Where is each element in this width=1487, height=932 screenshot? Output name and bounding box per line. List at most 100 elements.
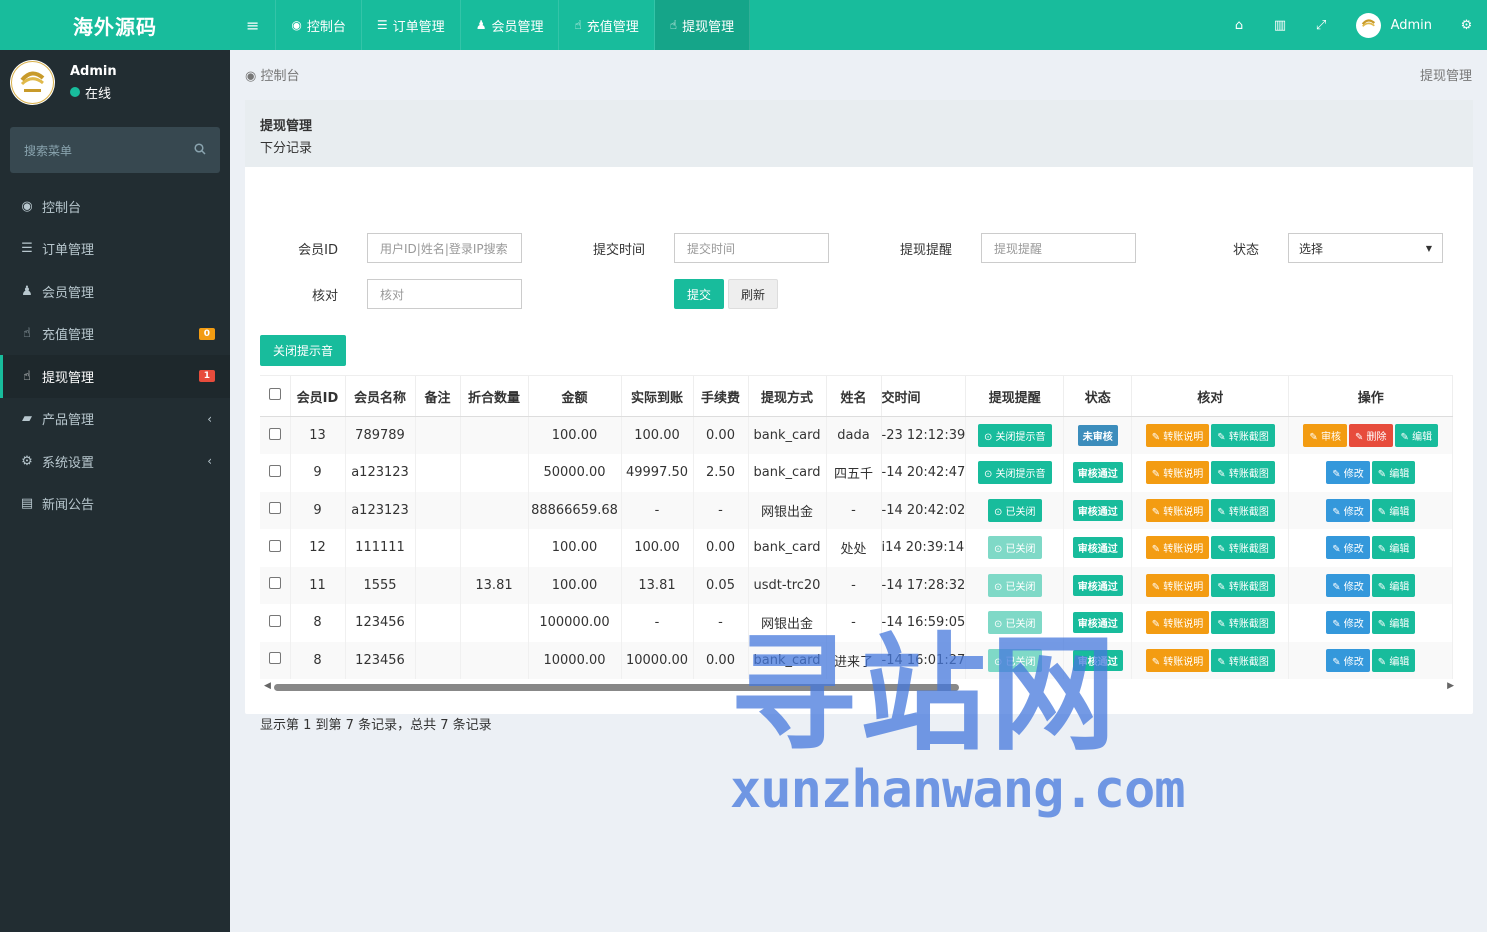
cell-amount: 50000.00 [528,454,622,492]
transfer-note-button[interactable]: ✎ 转账说明 [1145,424,1210,447]
sidebar-item-recharge[interactable]: ☝ 充值管理 0 [0,313,230,356]
breadcrumb-home[interactable]: ◉ 控制台 [245,65,300,84]
refresh-button[interactable]: 刷新 [728,279,778,309]
member-id-input[interactable]: 用户ID|姓名|登录IP搜索 [367,233,522,263]
brand-logo[interactable]: 海外源码 [0,0,230,50]
tab-withdraw[interactable]: ☝ 提现管理 [654,0,751,50]
col-header[interactable]: 核对 [1131,375,1290,417]
col-header[interactable]: 实际到账 [621,375,694,417]
transfer-note-button[interactable]: ✎ 转账说明 [1145,611,1210,635]
transfer-note-button[interactable]: ✎ 转账说明 [1145,648,1210,672]
sidebar-item-settings[interactable]: ⚙ 系统设置 ‹ [0,440,230,483]
tab-dashboard[interactable]: ◉ 控制台 [276,0,362,50]
scroll-thumb[interactable] [274,684,959,691]
modify-button[interactable]: ✎ 修改 [1326,573,1370,597]
cell-check: ✎ 转账说明 ✎ 转账截图 [1131,529,1290,567]
transfer-screenshot-button[interactable]: ✎ 转账截图 [1211,424,1275,447]
fullscreen-icon[interactable]: ⤢ [1301,18,1342,33]
modify-button[interactable]: ✎ 修改 [1326,498,1370,522]
col-header[interactable]: 状态 [1063,375,1133,417]
col-header[interactable]: 会员名称 [345,375,416,417]
table-horizontal-scrollbar[interactable]: ◀ ▶ [260,681,1458,692]
row-checkbox[interactable] [260,604,291,642]
transfer-screenshot-button[interactable]: ✎ 转账截图 [1211,611,1275,635]
modify-button[interactable]: ✎ 修改 [1326,536,1370,560]
edit-button[interactable]: ✎ 编辑 [1371,461,1416,485]
col-header[interactable]: 操作 [1288,375,1454,417]
remind-toggle-button[interactable]: ⊙ 已关闭 [987,611,1042,635]
sidebar-item-dashboard[interactable]: ◉ 控制台 [0,185,230,228]
remind-toggle-button[interactable]: ⊙ 已关闭 [987,498,1042,522]
admin-menu[interactable]: Admin [1342,12,1446,38]
cogs-icon[interactable]: ⚙ [1446,18,1487,33]
sidebar-item-products[interactable]: ▰ 产品管理 ‹ [0,398,230,441]
trash-icon[interactable]: ▥ [1260,18,1301,33]
row-checkbox[interactable] [260,641,291,679]
edit-button[interactable]: ✎ 编辑 [1371,611,1416,635]
status-select[interactable]: 选择 ▼ [1288,233,1443,263]
remind-toggle-button[interactable]: ⊙ 已关闭 [987,536,1042,560]
withdraw-badge: 1 [198,370,215,383]
row-checkbox[interactable] [260,454,291,492]
row-checkbox[interactable] [260,416,291,454]
modify-button[interactable]: ✎ 修改 [1326,611,1370,635]
submit-button[interactable]: 提交 [674,279,724,309]
col-header[interactable]: 提现提醒 [965,375,1065,417]
cell-time: -14 20:42:02 [881,491,967,529]
search-icon[interactable] [194,142,206,158]
remind-toggle-button[interactable]: ⊙ 关闭提示音 [977,461,1052,485]
edit-button[interactable]: ✎ 编辑 [1371,573,1416,597]
transfer-note-button[interactable]: ✎ 转账说明 [1145,498,1210,522]
transfer-screenshot-button[interactable]: ✎ 转账截图 [1211,536,1275,560]
submit-time-input[interactable]: 提交时间 [674,233,829,263]
transfer-note-button[interactable]: ✎ 转账说明 [1145,536,1210,560]
edit-button[interactable]: ✎ 编辑 [1371,498,1416,522]
tab-members[interactable]: ♟ 会员管理 [461,0,560,50]
sidebar-item-news[interactable]: ▤ 新闻公告 [0,483,230,526]
transfer-screenshot-button[interactable]: ✎ 转账截图 [1211,498,1275,522]
col-header[interactable]: 交时间 [881,375,967,417]
toggle-sound-button[interactable]: 关闭提示音 [260,335,346,366]
cell-method: 网银出金 [748,491,827,529]
transfer-note-button[interactable]: ✎ 转账说明 [1145,573,1210,597]
remind-toggle-button[interactable]: ⊙ 已关闭 [987,648,1042,672]
col-header[interactable]: 备注 [415,375,461,417]
remind-input[interactable]: 提现提醒 [981,233,1136,263]
sidebar-toggle-button[interactable]: ≡ [230,0,277,50]
edit-button[interactable]: ✎ 编辑 [1394,424,1439,447]
row-checkbox[interactable] [260,566,291,604]
col-header[interactable]: 姓名 [826,375,882,417]
tab-recharge[interactable]: ☝ 充值管理 [559,0,655,50]
col-header[interactable]: 提现方式 [748,375,827,417]
sidebar-item-members[interactable]: ♟ 会员管理 [0,270,230,313]
modify-button[interactable]: ✎ 修改 [1326,461,1370,485]
row-checkbox[interactable] [260,491,291,529]
row-checkbox[interactable] [260,529,291,567]
home-icon[interactable]: ⌂ [1219,18,1260,33]
scroll-left-icon[interactable]: ◀ [264,681,271,691]
col-header[interactable]: 会员ID [290,375,346,417]
transfer-screenshot-button[interactable]: ✎ 转账截图 [1211,461,1275,485]
transfer-note-button[interactable]: ✎ 转账说明 [1145,461,1210,485]
col-header[interactable]: 手续费 [693,375,749,417]
remind-toggle-button[interactable]: ⊙ 关闭提示音 [977,424,1052,447]
delete-button[interactable]: ✎ 删除 [1348,424,1393,447]
sidebar-search-input[interactable]: 搜索菜单 [10,127,220,173]
check-input[interactable]: 核对 [367,279,522,309]
modify-button[interactable]: ✎ 修改 [1326,648,1370,672]
transfer-screenshot-button[interactable]: ✎ 转账截图 [1211,648,1275,672]
review-button[interactable]: ✎ 审核 [1303,424,1347,447]
table-row: 9 a123123 88866659.68- - 网银出金 - -14 20:42:02 ⊙ … [260,491,1454,529]
tab-orders[interactable]: ☰ 订单管理 [362,0,461,50]
scroll-right-icon[interactable]: ▶ [1447,681,1454,691]
col-header[interactable]: 金额 [528,375,622,417]
transfer-screenshot-button[interactable]: ✎ 转账截图 [1211,573,1275,597]
remind-toggle-button[interactable]: ⊙ 已关闭 [987,573,1042,597]
select-all-checkbox[interactable] [260,375,291,417]
edit-button[interactable]: ✎ 编辑 [1371,648,1416,672]
sidebar-item-withdraw[interactable]: ☝ 提现管理 1 [0,355,230,398]
edit-button[interactable]: ✎ 编辑 [1371,536,1416,560]
col-header[interactable]: 折合数量 [460,375,529,417]
avatar[interactable] [10,60,55,105]
sidebar-item-orders[interactable]: ☰ 订单管理 [0,228,230,271]
